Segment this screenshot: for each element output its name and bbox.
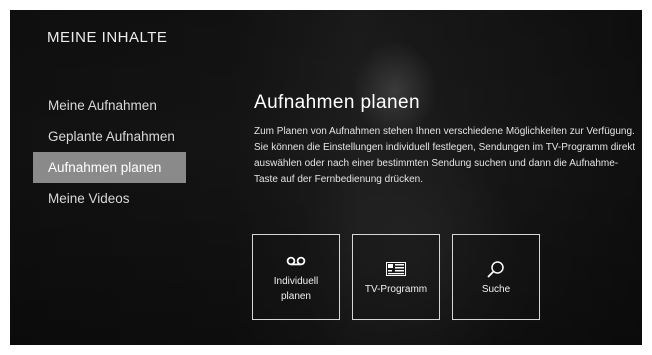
content-title: Aufnahmen planen <box>254 92 420 113</box>
content-panel: Aufnahmen planen Zum Planen von Aufnahme… <box>254 92 639 188</box>
tv-programm-button[interactable]: TV-Programm <box>352 234 440 320</box>
menu-item-meine-aufnahmen[interactable]: Meine Aufnahmen <box>33 90 186 121</box>
tile-label: TV-Programm <box>364 283 428 295</box>
menu-item-aufnahmen-planen[interactable]: Aufnahmen planen <box>33 152 186 183</box>
tv-guide-icon <box>386 258 406 280</box>
content-description: Zum Planen von Aufnahmen stehen Ihnen ve… <box>254 126 636 185</box>
menu-item-meine-videos[interactable]: Meine Videos <box>33 183 186 214</box>
tile-label: Individuell planen <box>273 276 319 302</box>
side-menu: Meine Aufnahmen Geplante Aufnahmen Aufna… <box>33 90 186 214</box>
suche-button[interactable]: Suche <box>452 234 540 320</box>
option-tiles: Individuell planen TV-Programm Suche <box>252 234 540 320</box>
voicemail-icon <box>286 250 306 272</box>
individuell-planen-button[interactable]: Individuell planen <box>252 234 340 320</box>
menu-item-geplante-aufnahmen[interactable]: Geplante Aufnahmen <box>33 121 186 152</box>
page-header: MEINE INHALTE <box>47 29 168 46</box>
search-icon <box>487 258 505 280</box>
tile-label: Suche <box>481 283 511 295</box>
tv-screen: MEINE INHALTE Meine Aufnahmen Geplante A… <box>10 10 642 345</box>
